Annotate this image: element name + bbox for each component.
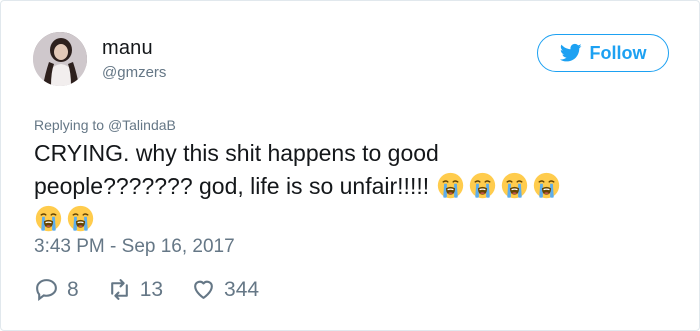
reply-mention-link[interactable]: @TalindaB <box>108 117 176 133</box>
tweet-text-line-1: CRYING. why this shit happens to good <box>34 140 439 166</box>
emoji-row <box>436 172 564 199</box>
loudly-crying-face-emoji <box>35 205 62 232</box>
replying-to: Replying to @TalindaB <box>34 117 176 133</box>
like-count: 344 <box>224 277 260 301</box>
follow-button[interactable]: Follow <box>537 34 669 72</box>
tweet-text-line-2: people??????? god, life is so unfair!!!!… <box>34 170 674 203</box>
reply-count: 8 <box>67 277 79 301</box>
user-handle[interactable]: @gmzers <box>102 64 166 81</box>
display-name[interactable]: manu <box>102 37 153 60</box>
loudly-crying-face-emoji <box>67 205 94 232</box>
tweet-text-line-2-text: people??????? god, life is so unfair!!!!… <box>34 173 430 199</box>
replying-prefix: Replying to <box>34 117 108 133</box>
like-button[interactable]: 344 <box>191 277 259 302</box>
heart-icon <box>194 280 213 299</box>
timestamp[interactable]: 3:43 PM - Sep 16, 2017 <box>34 236 235 258</box>
emoji-row <box>34 203 674 236</box>
tweet-actions: 8 13 344 <box>34 277 287 302</box>
avatar[interactable] <box>33 32 87 86</box>
loudly-crying-face-emoji <box>437 172 463 199</box>
tweet-text: CRYING. why this shit happens to good pe… <box>34 137 674 236</box>
retweet-button[interactable]: 13 <box>107 277 163 302</box>
retweet-icon <box>110 279 128 300</box>
loudly-crying-face-emoji <box>469 172 495 199</box>
twitter-bird-icon <box>559 43 582 62</box>
loudly-crying-face-emoji <box>533 172 559 199</box>
loudly-crying-face-emoji <box>501 172 527 199</box>
reply-button[interactable]: 8 <box>34 277 79 302</box>
follow-label: Follow <box>589 42 647 63</box>
retweet-count: 13 <box>139 277 164 301</box>
reply-icon <box>36 279 57 301</box>
tweet-card: manu @gmzers Follow Replying to @Talinda… <box>0 0 700 331</box>
